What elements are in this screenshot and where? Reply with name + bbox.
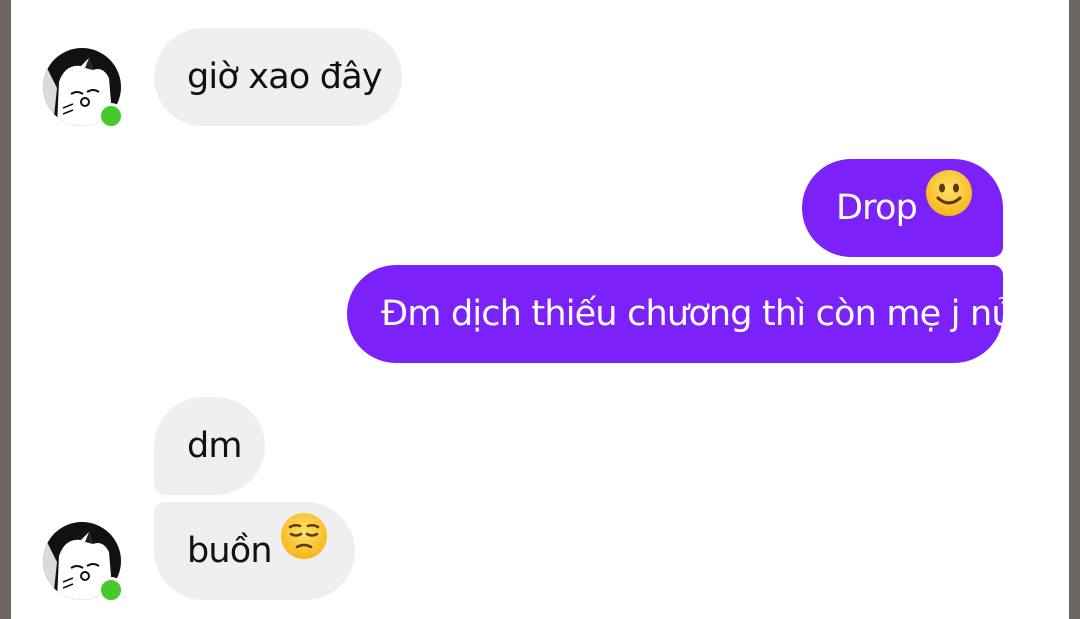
chat-thread[interactable]: giờ xao đây Drop Đm dịch thiếu chương th…: [11, 0, 1069, 619]
message-text: buồn: [187, 531, 273, 571]
message-text: Đm dịch thiếu chương thì còn mẹ j nửa: [381, 294, 1034, 334]
contact-avatar[interactable]: [43, 522, 124, 603]
pensive-face-icon: [280, 500, 328, 598]
message-text: Drop: [836, 188, 918, 228]
online-status-dot: [98, 577, 124, 603]
incoming-message-bubble[interactable]: giờ xao đây: [154, 28, 402, 126]
online-status-dot: [98, 103, 124, 129]
message-text: giờ xao đây: [187, 57, 383, 97]
outgoing-message-bubble[interactable]: Drop: [802, 159, 1003, 257]
contact-avatar[interactable]: [43, 48, 124, 129]
outgoing-message-bubble[interactable]: Đm dịch thiếu chương thì còn mẹ j nửa: [347, 265, 1034, 363]
slightly-smiling-face-icon: [925, 157, 973, 255]
incoming-message-bubble[interactable]: dm: [154, 397, 265, 495]
incoming-message-bubble[interactable]: buồn: [154, 502, 355, 600]
message-text: dm: [187, 426, 243, 466]
app-frame: giờ xao đây Drop Đm dịch thiếu chương th…: [0, 0, 1080, 619]
